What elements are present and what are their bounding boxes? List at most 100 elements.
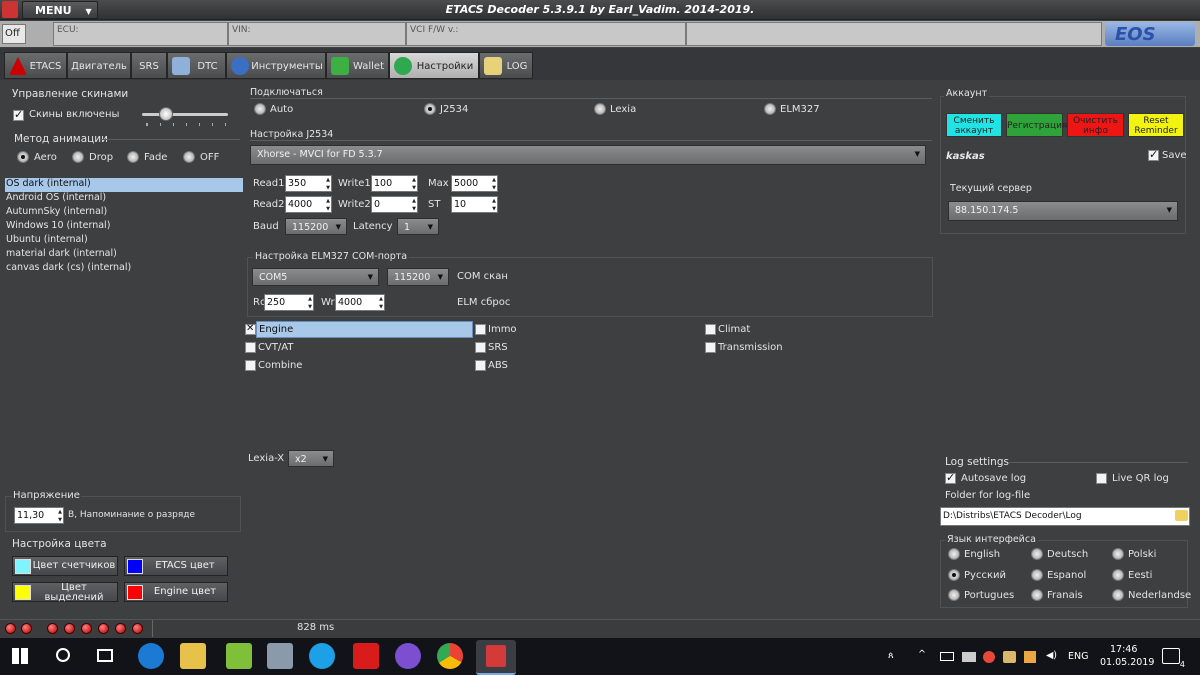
tab-srs[interactable]: SRS [131, 52, 167, 79]
menu-button[interactable]: MENU ▼ [22, 1, 98, 19]
skin-list-item[interactable]: Windows 10 (internal) [5, 220, 243, 234]
connect-j2534-radio[interactable] [424, 103, 436, 115]
volume-icon[interactable]: ◀) [1046, 650, 1057, 661]
lang-francais-radio[interactable] [1031, 589, 1043, 601]
folder-tray-icon[interactable] [1024, 651, 1036, 663]
folder-icon[interactable] [1175, 510, 1188, 521]
com-scan-button[interactable]: COM скан [457, 271, 508, 282]
liveqr-checkbox[interactable] [1096, 473, 1107, 484]
anim-off-radio[interactable] [183, 151, 195, 163]
notification-icon[interactable]: 4 [1162, 648, 1185, 669]
clock-time[interactable]: 17:46 [1110, 644, 1137, 655]
lang-english-radio[interactable] [948, 548, 960, 560]
skins-enabled-checkbox[interactable] [13, 108, 24, 121]
module-engine-checkbox[interactable] [245, 323, 256, 335]
anim-aero-radio[interactable] [17, 151, 29, 163]
read1-input[interactable]: 350 [285, 175, 332, 192]
acrobat-icon[interactable] [353, 643, 379, 669]
counter-color-button[interactable]: Цвет счетчиков [12, 556, 118, 576]
reset-reminder-button[interactable]: Reset Reminder [1128, 113, 1184, 137]
anim-fade-radio[interactable] [127, 151, 139, 163]
chrome-icon[interactable] [437, 643, 463, 669]
skin-list-item[interactable]: OS dark (internal) [5, 178, 243, 192]
module-immo-checkbox[interactable] [475, 324, 486, 335]
lang-polski-radio[interactable] [1112, 548, 1124, 560]
tab-etacs[interactable]: ETACS [4, 52, 67, 79]
st-input[interactable]: 10 [451, 196, 498, 213]
max-input[interactable]: 5000 [451, 175, 498, 192]
highlight-color-button[interactable]: Цвет выделений [12, 582, 118, 603]
tab-settings[interactable]: Настройки [389, 52, 479, 79]
search-icon[interactable] [56, 648, 70, 662]
language-indicator[interactable]: ENG [1068, 651, 1088, 662]
elm-port-select[interactable]: COM5 [252, 268, 379, 286]
anim-drop-radio[interactable] [72, 151, 84, 163]
latency-select[interactable]: 1 [397, 218, 439, 235]
server-select[interactable]: 88.150.174.5 [948, 201, 1178, 221]
skin-list-item[interactable]: Android OS (internal) [5, 192, 243, 206]
engine-color-button[interactable]: Engine цвет [124, 582, 228, 602]
wr-input[interactable]: 4000 [335, 294, 385, 311]
connect-auto-radio[interactable] [254, 103, 266, 115]
wifi-warning-icon[interactable] [1003, 651, 1016, 663]
write2-input[interactable]: 0 [371, 196, 418, 213]
skin-slider-track[interactable] [142, 113, 228, 116]
autosave-checkbox[interactable] [945, 471, 956, 484]
lang-portugues-radio[interactable] [948, 589, 960, 601]
module-abs-checkbox[interactable] [475, 360, 486, 371]
tab-engine[interactable]: Двигатель [67, 52, 131, 79]
lang-nederlands-radio[interactable] [1112, 589, 1124, 601]
save-checkbox[interactable] [1148, 148, 1159, 161]
elm-baud-select[interactable]: 115200 [387, 268, 449, 286]
edge-icon[interactable] [138, 643, 164, 669]
skin-list-item[interactable]: canvas dark (cs) (internal) [5, 262, 243, 276]
task-view-icon[interactable] [97, 649, 113, 662]
tab-dtc[interactable]: DTC [167, 52, 226, 79]
elm-reset-button[interactable]: ELM сброс [457, 297, 510, 308]
skin-list-item[interactable]: material dark (internal) [5, 248, 243, 262]
module-combine-checkbox[interactable] [245, 360, 256, 371]
skin-list-item[interactable]: AutumnSky (internal) [5, 206, 243, 220]
change-account-button[interactable]: Сменить аккаунт [946, 113, 1002, 137]
lang-russian-radio[interactable] [948, 569, 960, 581]
battery-icon[interactable] [940, 652, 954, 661]
connect-elm-radio[interactable] [764, 103, 776, 115]
network-app-icon[interactable] [267, 643, 293, 669]
lang-deutsch-radio[interactable] [1031, 548, 1043, 560]
skype-app-icon[interactable] [226, 643, 252, 669]
explorer-icon[interactable] [180, 643, 206, 669]
lang-eesti-radio[interactable] [1112, 569, 1124, 581]
j2534-device-select[interactable]: Xhorse - MVCI for FD 5.3.7 [250, 145, 926, 165]
device-icon[interactable] [962, 652, 976, 662]
module-srs-checkbox[interactable] [475, 342, 486, 353]
clear-info-button[interactable]: Очистить инфо [1067, 113, 1124, 137]
write1-input[interactable]: 100 [371, 175, 418, 192]
baud-select[interactable]: 115200 [285, 218, 347, 235]
windows-start-icon[interactable] [12, 648, 28, 664]
viber-icon[interactable] [395, 643, 421, 669]
etacs-taskbar-icon[interactable] [476, 640, 516, 675]
read2-input[interactable]: 4000 [285, 196, 332, 213]
people-icon[interactable]: ጰ [888, 650, 894, 661]
off-button[interactable]: Off [2, 24, 26, 44]
antivirus-icon[interactable] [983, 651, 995, 663]
module-climat-checkbox[interactable] [705, 324, 716, 335]
skype-icon[interactable] [309, 643, 335, 669]
lang-espanol-radio[interactable] [1031, 569, 1043, 581]
voltage-input[interactable]: 11,30 [14, 507, 64, 524]
clock-date[interactable]: 01.05.2019 [1100, 657, 1154, 668]
tab-log[interactable]: LOG [479, 52, 533, 79]
folder-input[interactable]: D:\Distribs\ETACS Decoder\Log [940, 507, 1190, 526]
chevron-up-icon[interactable]: ^ [918, 649, 926, 660]
tab-tools[interactable]: Инструменты [226, 52, 326, 79]
module-transmission-checkbox[interactable] [705, 342, 716, 353]
lexia-select[interactable]: x2 [288, 450, 334, 467]
skin-list-item[interactable]: Ubuntu (internal) [5, 234, 243, 248]
tab-wallet[interactable]: Wallet [326, 52, 389, 79]
connect-lexia-radio[interactable] [594, 103, 606, 115]
rc-input[interactable]: 250 [264, 294, 314, 311]
etacs-color-button[interactable]: ETACS цвет [124, 556, 228, 576]
register-button[interactable]: Регистрация [1006, 113, 1067, 137]
module-cvt-checkbox[interactable] [245, 342, 256, 353]
skin-slider-handle[interactable] [159, 107, 173, 121]
